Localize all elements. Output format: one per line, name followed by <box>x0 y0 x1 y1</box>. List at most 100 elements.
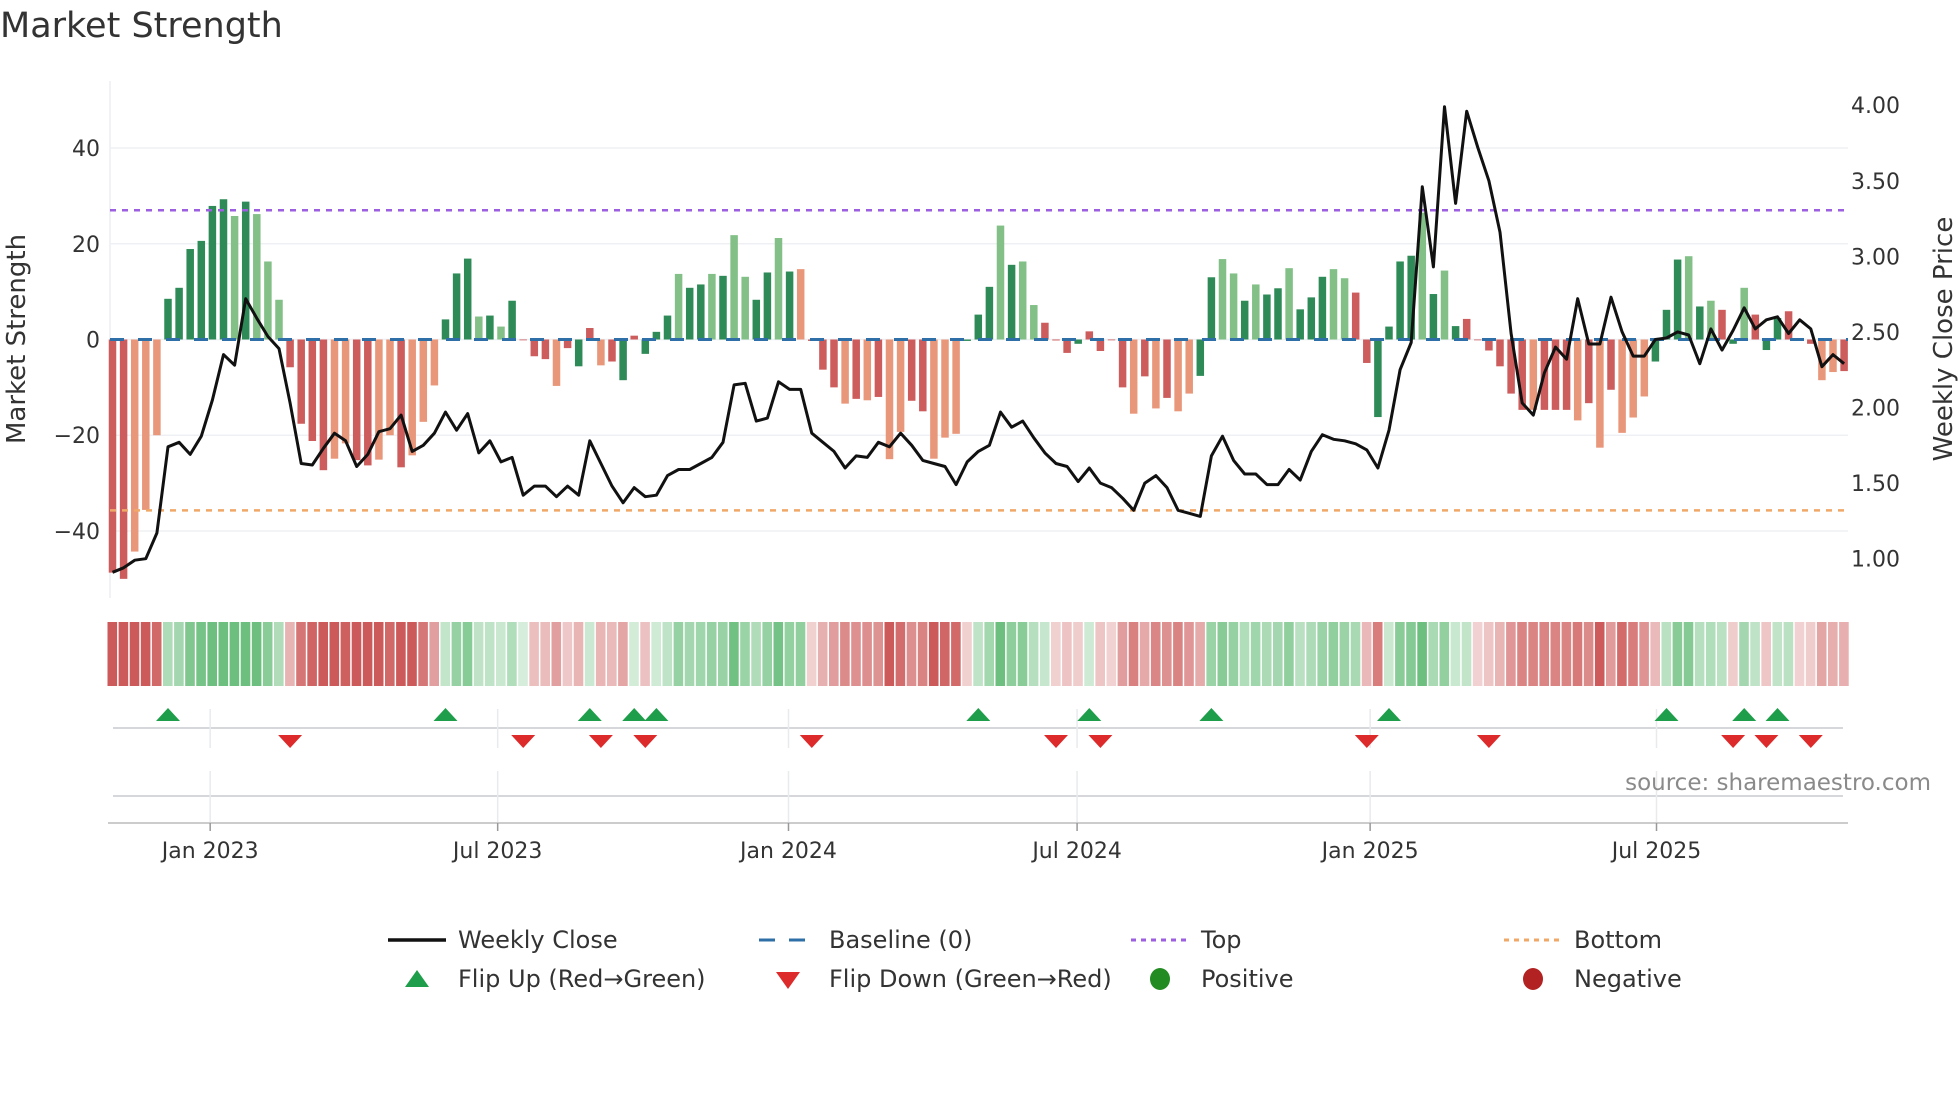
strength-strip-cell <box>140 622 151 686</box>
flip-down-marker <box>1798 735 1823 748</box>
strength-strip-cell <box>1328 622 1339 686</box>
strength-strip-cell <box>673 622 684 686</box>
flip-down-marker <box>1476 735 1501 748</box>
strength-bar <box>974 314 983 340</box>
strength-strip-cell <box>1639 622 1649 686</box>
strength-strip-cell <box>573 622 584 686</box>
strength-bar <box>1152 339 1160 409</box>
strength-strip-cell <box>1073 622 1083 686</box>
strength-strip-cell <box>984 622 994 686</box>
strength-bar <box>763 272 772 340</box>
strength-bar <box>1252 284 1260 340</box>
strength-bar <box>1840 339 1848 372</box>
strength-strip-cell <box>1106 622 1117 686</box>
strength-strip-cell <box>629 622 639 686</box>
strength-strip-cell <box>373 622 384 686</box>
strength-strip-cell <box>762 622 772 686</box>
strength-bar <box>397 339 405 468</box>
strength-strip-cell <box>151 622 162 686</box>
strength-bar <box>1696 306 1704 340</box>
strength-strip-cell <box>884 622 895 686</box>
strength-strip-cell <box>784 622 795 686</box>
strength-strip-cell <box>895 622 906 686</box>
strength-strip-cell <box>1228 622 1239 686</box>
strength-strip-cell <box>1039 622 1050 686</box>
strength-bar <box>175 287 183 340</box>
strength-strip-cell <box>1084 622 1094 686</box>
strength-bar <box>1196 339 1205 376</box>
flip-down-marker <box>633 735 658 748</box>
strength-bar <box>1684 256 1693 340</box>
strength-bar <box>985 286 994 340</box>
flip-up-marker <box>1077 708 1102 721</box>
strength-strip-cell <box>1572 622 1583 686</box>
strength-strip-cell <box>1439 622 1450 686</box>
strength-strip-cell <box>351 622 362 686</box>
strength-strip-cell <box>507 622 517 686</box>
flip-up-marker <box>1377 708 1401 721</box>
source-credit: source: sharemaestro.com <box>1625 770 1931 796</box>
legend-positive: Positive <box>1131 964 1294 994</box>
strength-strip-cell <box>1417 622 1427 686</box>
strength-strip-cell <box>1495 622 1505 686</box>
strength-strip-cell <box>1173 622 1183 686</box>
strength-strip-cell <box>318 622 328 686</box>
strength-bar <box>1429 294 1438 340</box>
strength-strip-cell <box>829 622 839 686</box>
strength-strip-cell <box>1828 622 1838 686</box>
strength-strip-cell <box>529 622 539 686</box>
strength-bar <box>1585 339 1593 404</box>
strength-strip-cell <box>640 622 650 686</box>
strength-strip-cell <box>362 622 373 686</box>
strength-bar <box>108 339 117 573</box>
strength-strip-cell <box>1428 622 1438 686</box>
strength-bar <box>641 339 650 354</box>
strength-bar <box>1018 261 1027 340</box>
strength-strip-cell <box>429 622 439 686</box>
strength-bar <box>1784 311 1793 340</box>
strength-bar <box>197 240 206 340</box>
strength-strip-cell <box>1583 622 1594 686</box>
strength-bar <box>286 339 294 368</box>
x-tick-label: Jul 2024 <box>1030 839 1122 864</box>
strength-bar <box>1451 326 1460 340</box>
strength-strip-cell <box>795 622 806 686</box>
strength-strip-cell <box>651 622 661 686</box>
strength-strip-cell <box>1750 622 1760 686</box>
strength-bar <box>1640 339 1649 397</box>
strength-bar <box>952 339 960 434</box>
strength-bar <box>1396 261 1404 340</box>
strength-strip-cell <box>695 622 706 686</box>
strength-bar <box>1673 259 1682 340</box>
strength-bar <box>1462 318 1471 340</box>
triangle-up-icon <box>405 970 429 987</box>
strength-strip-cell <box>1728 622 1738 686</box>
legend-negative: Negative <box>1504 964 1682 994</box>
line-swatch-icon <box>388 938 446 942</box>
strength-bar <box>186 249 194 340</box>
strength-bar <box>1118 339 1127 388</box>
flip-down-marker <box>1088 735 1113 748</box>
strength-strip-cell <box>1128 622 1139 686</box>
y2-axis-label: Weekly Close Price <box>1929 217 1959 462</box>
strength-strip-cell <box>1805 622 1816 686</box>
strength-strip-cell <box>607 622 617 686</box>
strength-strip-cell <box>1561 622 1572 686</box>
strength-bar <box>663 315 672 340</box>
flip-up-marker <box>1199 708 1224 721</box>
strength-strip-cell <box>1028 622 1039 686</box>
strength-bar <box>1474 339 1482 341</box>
strength-strip-cell <box>1051 622 1061 686</box>
strength-strip-cell <box>129 622 140 686</box>
legend-weekly-close: Weekly Close <box>388 925 618 955</box>
circle-green-icon <box>1150 968 1170 990</box>
strength-bar <box>841 339 849 404</box>
strength-strip-cell <box>1517 622 1527 686</box>
strength-strip-cell <box>1483 622 1494 686</box>
strength-strip-cell <box>407 622 417 686</box>
strength-bar <box>1229 273 1238 340</box>
strength-bar <box>1207 277 1216 340</box>
strength-bar <box>1762 339 1771 351</box>
x-tick-label: Jan 2024 <box>738 839 837 864</box>
strength-strip-cell <box>862 622 872 686</box>
